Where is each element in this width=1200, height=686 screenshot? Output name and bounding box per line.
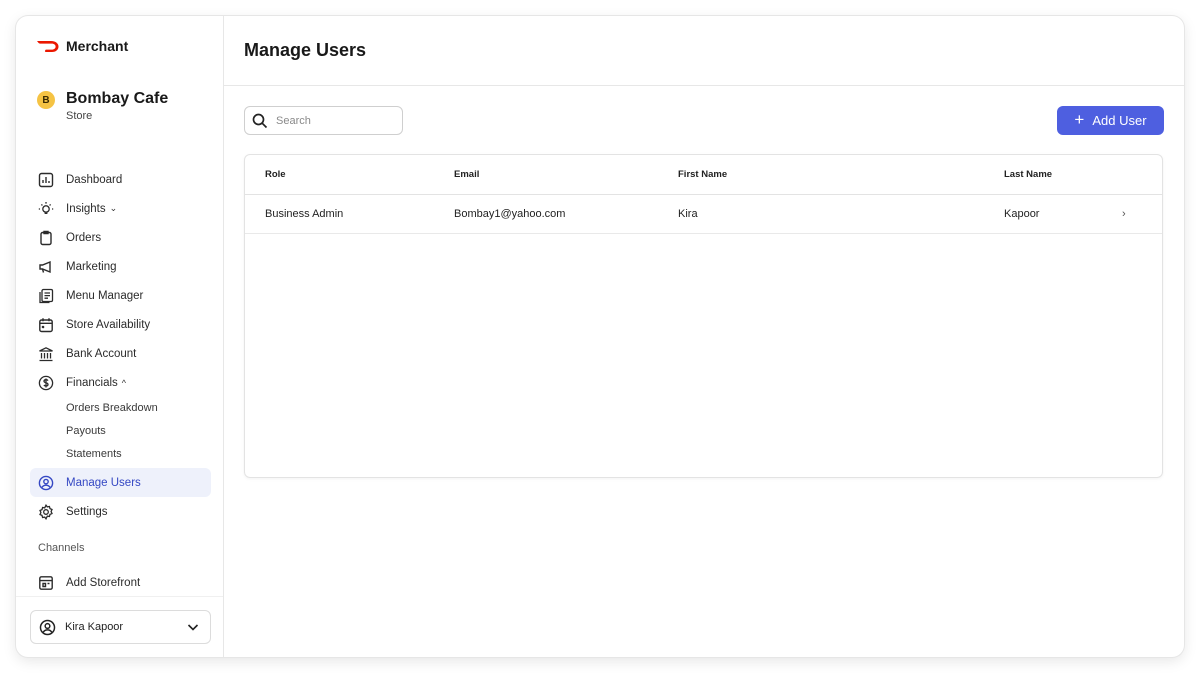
store-type: Store <box>66 110 93 122</box>
lightbulb-icon <box>38 201 54 217</box>
store-selector[interactable]: B Bombay Cafe Store <box>37 89 168 123</box>
cell-last-name: Kapoor <box>1004 208 1040 220</box>
calendar-icon <box>38 317 54 333</box>
table-header: Role Email First Name Last Name <box>245 155 1162 195</box>
user-name: Kira Kapoor <box>65 621 124 633</box>
sidebar-item-label: Manage Users <box>66 476 141 489</box>
add-user-label: Add User <box>1092 113 1147 128</box>
sidebar-item-label: Add Storefront <box>66 576 141 589</box>
sidebar-item-financials[interactable]: Financials ^ <box>30 368 211 397</box>
chevron-up-icon: ^ <box>121 377 127 388</box>
cell-email: Bombay1@yahoo.com <box>454 208 566 220</box>
user-circle-icon <box>38 475 54 491</box>
merchant-logo-icon <box>37 41 59 52</box>
chevron-down-icon <box>186 620 200 634</box>
sidebar-item-insights[interactable]: Insights ⌄ <box>30 194 211 223</box>
search-input[interactable] <box>276 114 386 127</box>
sidebar-item-label: Insights <box>66 202 106 215</box>
sidebar-subitem-orders-breakdown[interactable]: Orders Breakdown <box>30 397 211 420</box>
app-window: Merchant B Bombay Cafe Store Dashboard I… <box>16 16 1184 657</box>
brand[interactable]: Merchant <box>36 36 128 56</box>
column-header-email[interactable]: Email <box>454 169 678 180</box>
plus-icon: + <box>1074 110 1085 129</box>
sidebar-item-marketing[interactable]: Marketing <box>30 252 211 281</box>
sidebar-item-label: Menu Manager <box>66 289 144 302</box>
sidebar-item-label: Financials <box>66 376 118 389</box>
dollar-circle-icon <box>38 375 54 391</box>
search-box[interactable] <box>244 106 403 135</box>
sidebar-item-manage-users[interactable]: Manage Users <box>30 468 211 497</box>
bank-icon <box>38 346 54 362</box>
table-row[interactable]: Business Admin Bombay1@yahoo.com Kira Ka… <box>245 195 1162 234</box>
sidebar-item-label: Bank Account <box>66 347 137 360</box>
cell-role: Business Admin <box>265 208 344 220</box>
sidebar-divider <box>16 596 223 597</box>
sidebar-subitem-statements[interactable]: Statements <box>30 443 211 466</box>
main-content: Manage Users + Add User Role Email First… <box>224 16 1184 657</box>
dashboard-icon <box>38 172 54 188</box>
sidebar-item-label: Orders <box>66 231 102 244</box>
sidebar: Merchant B Bombay Cafe Store Dashboard I… <box>16 16 224 657</box>
sidebar-item-menu-manager[interactable]: Menu Manager <box>30 281 211 310</box>
menu-book-icon <box>38 288 54 304</box>
sidebar-item-label: Store Availability <box>66 318 151 331</box>
column-header-first-name[interactable]: First Name <box>678 169 1004 180</box>
sidebar-item-label: Dashboard <box>66 173 123 186</box>
add-user-button[interactable]: + Add User <box>1057 106 1164 135</box>
sidebar-item-add-storefront[interactable]: Add Storefront <box>30 568 211 597</box>
chevron-right-icon[interactable]: › <box>1122 208 1162 220</box>
sidebar-subitem-payouts[interactable]: Payouts <box>30 420 211 443</box>
sidebar-item-settings[interactable]: Settings <box>30 497 211 526</box>
user-account-menu[interactable]: Kira Kapoor <box>30 610 211 644</box>
search-icon <box>252 113 268 129</box>
cell-first-name: Kira <box>678 208 698 220</box>
store-badge: B <box>37 91 55 109</box>
sidebar-item-label: Marketing <box>66 260 117 273</box>
sidebar-nav: Dashboard Insights ⌄ Orders Marketing Me… <box>30 165 211 597</box>
users-table: Role Email First Name Last Name Business… <box>244 154 1163 478</box>
sidebar-item-label: Settings <box>66 505 108 518</box>
page-title: Manage Users <box>244 40 367 60</box>
channels-section-label: Channels <box>38 542 85 554</box>
gear-icon <box>38 503 54 520</box>
megaphone-icon <box>38 259 54 275</box>
page-header: Manage Users <box>224 16 1184 86</box>
column-header-last-name[interactable]: Last Name <box>1004 169 1122 180</box>
user-circle-icon <box>39 619 56 636</box>
chevron-down-icon: ⌄ <box>109 203 118 213</box>
sidebar-item-orders[interactable]: Orders <box>30 223 211 252</box>
store-name: Bombay Cafe <box>66 90 169 107</box>
sidebar-item-dashboard[interactable]: Dashboard <box>30 165 211 194</box>
clipboard-icon <box>38 230 54 246</box>
brand-name: Merchant <box>66 38 129 54</box>
sidebar-item-store-availability[interactable]: Store Availability <box>30 310 211 339</box>
column-header-role[interactable]: Role <box>265 169 454 180</box>
sidebar-item-bank-account[interactable]: Bank Account <box>30 339 211 368</box>
storefront-icon <box>38 575 54 591</box>
